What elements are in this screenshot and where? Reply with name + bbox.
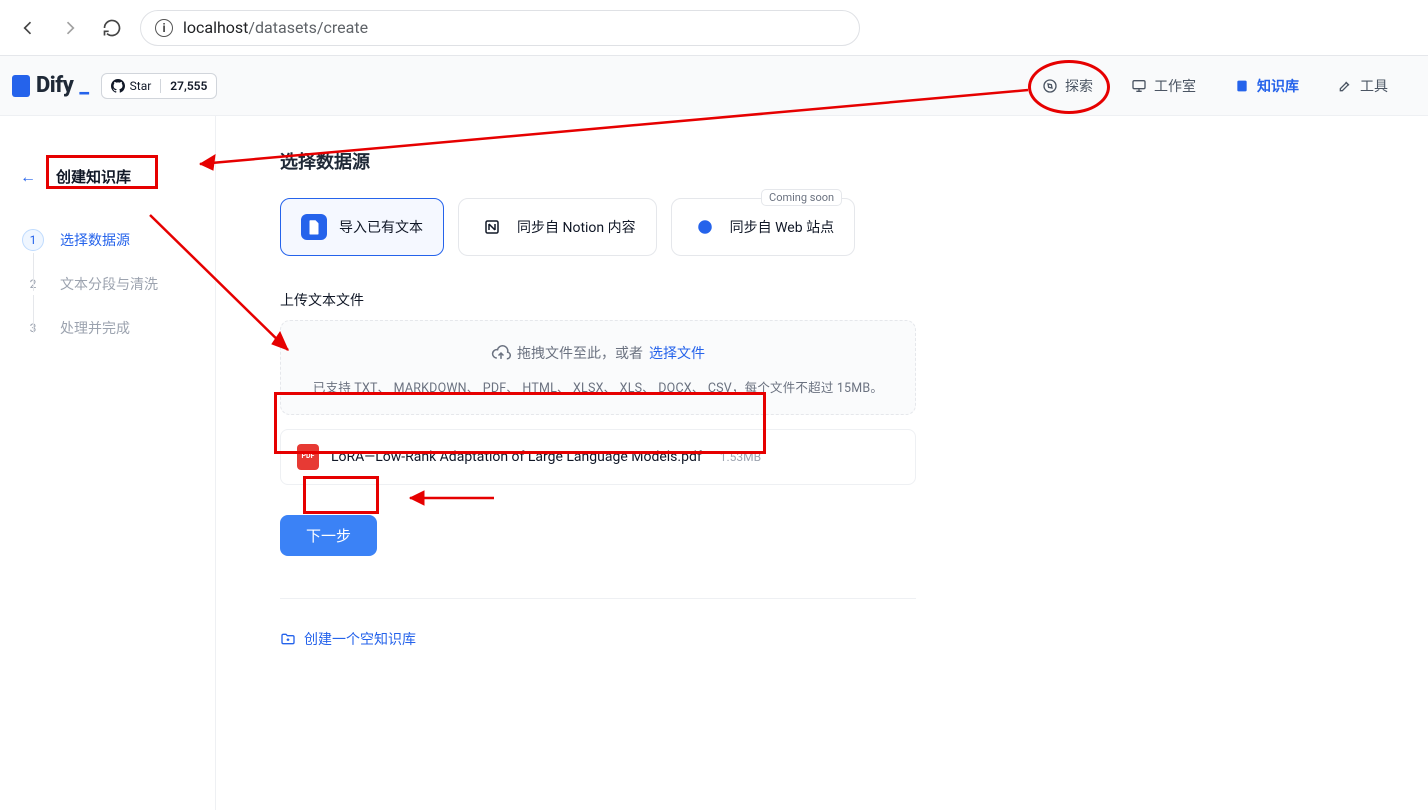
- nav-tools[interactable]: 工具: [1329, 72, 1396, 100]
- browser-toolbar: i localhost/datasets/create: [0, 0, 1428, 56]
- top-nav: 探索 工作室 知识库 工具: [1034, 72, 1416, 100]
- file-dropzone[interactable]: 拖拽文件至此，或者 选择文件 已支持 TXT、 MARKDOWN、 PDF、 H…: [280, 320, 916, 415]
- step-1[interactable]: 1 选择数据源: [22, 229, 215, 251]
- compass-icon: [1042, 78, 1058, 94]
- option-import-text[interactable]: 导入已有文本: [280, 198, 444, 256]
- browser-reload-button[interactable]: [98, 14, 126, 42]
- browser-url-bar[interactable]: i localhost/datasets/create: [140, 10, 860, 46]
- page-heading: 选择数据源: [280, 148, 1428, 174]
- notion-icon: [479, 214, 505, 240]
- divider: [280, 598, 916, 599]
- option-sync-notion[interactable]: 同步自 Notion 内容: [458, 198, 657, 256]
- datasource-options: 导入已有文本 同步自 Notion 内容 Coming soon 同步自 Web…: [280, 198, 1428, 256]
- nav-explore[interactable]: 探索: [1034, 72, 1101, 100]
- brand-name: Dify: [36, 73, 73, 98]
- content-row: ← 创建知识库 1 选择数据源 2 文本分段与清洗 3 处理并完成 选择数据源: [0, 116, 1428, 810]
- logo-mark-icon: [12, 75, 30, 97]
- github-star-pill[interactable]: Star 27,555: [101, 73, 218, 99]
- tool-icon: [1337, 78, 1353, 94]
- main-panel: 选择数据源 导入已有文本 同步自 Notion 内容 Coming soon 同: [216, 116, 1428, 810]
- browser-url: localhost/datasets/create: [183, 18, 368, 37]
- brand-cursor: _: [79, 73, 88, 98]
- github-star-label: Star: [130, 79, 152, 93]
- back-arrow-icon[interactable]: ←: [20, 167, 36, 187]
- browser-forward-button[interactable]: [56, 14, 84, 42]
- browser-back-button[interactable]: [14, 14, 42, 42]
- choose-file-link[interactable]: 选择文件: [649, 343, 705, 363]
- app-header: Dify_ Star 27,555 探索 工作室 知识库 工具: [0, 56, 1428, 116]
- supported-formats: 已支持 TXT、 MARKDOWN、 PDF、 HTML、 XLSX、 XLS、…: [301, 377, 895, 396]
- next-button[interactable]: 下一步: [280, 515, 377, 556]
- globe-icon: [692, 214, 718, 240]
- site-info-icon[interactable]: i: [155, 19, 173, 37]
- coming-soon-badge: Coming soon: [761, 189, 842, 206]
- upload-cloud-icon: [491, 343, 511, 363]
- file-size: 1.53MB: [720, 450, 761, 464]
- nav-studio[interactable]: 工作室: [1123, 72, 1204, 100]
- folder-plus-icon: [280, 631, 296, 647]
- uploaded-file-row[interactable]: LoRA—Low-Rank Adaptation of Large Langua…: [280, 429, 916, 485]
- pdf-file-icon: [297, 444, 319, 470]
- step-connector: [33, 253, 34, 291]
- step-connector: [33, 295, 34, 333]
- steps-list: 1 选择数据源 2 文本分段与清洗 3 处理并完成: [0, 229, 215, 339]
- upload-section-title: 上传文本文件: [280, 290, 1428, 310]
- step-3[interactable]: 3 处理并完成: [22, 317, 215, 339]
- sidebar: ← 创建知识库 1 选择数据源 2 文本分段与清洗 3 处理并完成: [0, 116, 216, 810]
- option-sync-web[interactable]: Coming soon 同步自 Web 站点: [671, 198, 855, 256]
- nav-knowledge[interactable]: 知识库: [1226, 72, 1307, 100]
- github-icon: [111, 79, 125, 93]
- sidebar-title: 创建知识库: [46, 160, 141, 193]
- monitor-icon: [1131, 78, 1147, 94]
- create-empty-kb-link[interactable]: 创建一个空知识库: [280, 629, 1428, 649]
- book-icon: [1234, 78, 1250, 94]
- brand-logo[interactable]: Dify_: [12, 73, 89, 98]
- step-2[interactable]: 2 文本分段与清洗: [22, 273, 215, 295]
- github-star-count: 27,555: [161, 79, 216, 93]
- file-name: LoRA—Low-Rank Adaptation of Large Langua…: [331, 449, 702, 465]
- file-text-icon: [301, 214, 327, 240]
